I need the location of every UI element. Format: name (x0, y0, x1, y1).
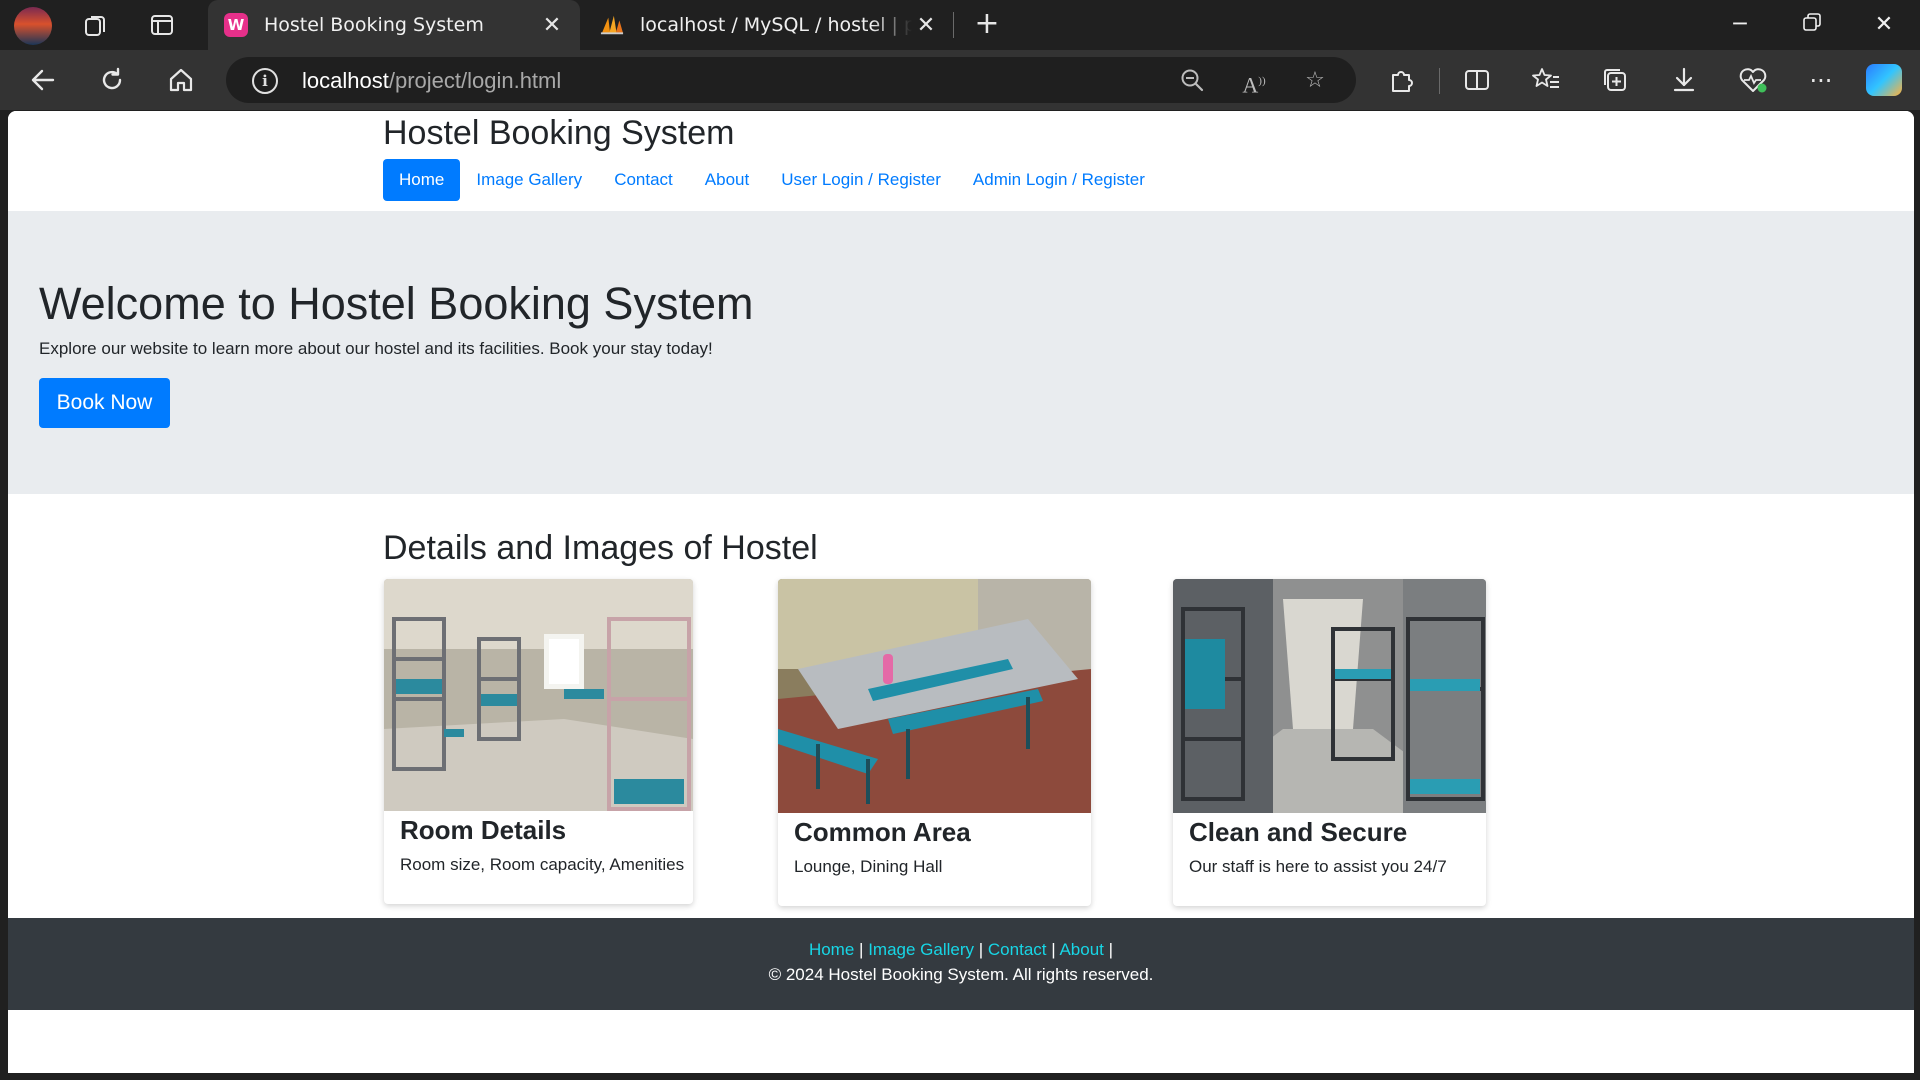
hero-heading: Welcome to Hostel Booking System (39, 278, 754, 329)
tab-divider (953, 12, 954, 38)
nav-about[interactable]: About (689, 159, 765, 201)
footer-separator: | (978, 940, 984, 959)
phpmyadmin-sail-icon (600, 13, 624, 37)
close-tab-icon[interactable]: ✕ (538, 13, 566, 38)
favorite-star-icon[interactable]: ☆ (1300, 67, 1330, 95)
footer-separator: | (1051, 940, 1056, 959)
card-text: Our staff is here to assist you 24/7 (1189, 857, 1447, 876)
downloads-icon[interactable] (1669, 66, 1699, 96)
card-title: Common Area (794, 817, 971, 847)
card-title: Room Details (400, 815, 567, 845)
site-info-icon[interactable]: i (252, 68, 278, 94)
site-footer: Home | Image Gallery | Contact | About |… (8, 918, 1914, 1010)
url-path: /project/login.html (388, 68, 562, 93)
card-clean-secure: Clean and Secure Our staff is here to as… (1173, 579, 1486, 906)
corridor-photo (1173, 579, 1486, 813)
card-text: Room size, Room capacity, Amenities (400, 855, 685, 874)
common-area-photo (778, 579, 1091, 813)
tab-title: Hostel Booking System (264, 14, 484, 36)
browser-essentials-icon[interactable] (1738, 66, 1768, 96)
workspaces-icon[interactable] (82, 11, 110, 39)
main-nav: Home Image Gallery Contact About User Lo… (383, 159, 1161, 201)
copilot-icon[interactable] (1866, 64, 1902, 96)
new-tab-plus-icon[interactable]: + (970, 8, 1004, 42)
minimize-icon[interactable]: ─ (1720, 10, 1760, 40)
room-photo (384, 579, 693, 811)
footer-separator: | (859, 940, 864, 959)
hero-jumbotron: Welcome to Hostel Booking System Explore… (8, 211, 1914, 494)
card-title: Clean and Secure (1189, 817, 1408, 847)
zoom-out-icon[interactable] (1177, 67, 1207, 95)
tab-title: localhost / MySQL / hostel | phpMyAdmin (640, 14, 912, 36)
collections-icon[interactable] (1600, 66, 1630, 96)
vertical-tabs-icon[interactable] (148, 11, 176, 39)
address-bar[interactable]: i localhost/project/login.html A)) ☆ (226, 57, 1356, 103)
page-viewport: Hostel Booking System Home Image Gallery… (8, 111, 1914, 1073)
footer-links: Home | Image Gallery | Contact | About | (8, 940, 1914, 960)
url-host: localhost (302, 68, 389, 93)
footer-link-home[interactable]: Home (809, 940, 854, 959)
browser-toolbar: i localhost/project/login.html A)) ☆ ··· (0, 50, 1920, 110)
tab-hostel-booking[interactable]: W Hostel Booking System ✕ (208, 0, 580, 50)
nav-admin-login[interactable]: Admin Login / Register (957, 159, 1161, 201)
footer-link-about[interactable]: About (1059, 940, 1103, 959)
hero-text: Explore our website to learn more about … (39, 339, 713, 358)
profile-avatar[interactable] (14, 7, 52, 45)
details-heading: Details and Images of Hostel (383, 529, 818, 567)
split-screen-icon[interactable] (1462, 66, 1492, 96)
book-now-button[interactable]: Book Now (39, 378, 170, 428)
site-favicon-icon: W (224, 13, 248, 37)
footer-copyright: © 2024 Hostel Booking System. All rights… (768, 965, 1154, 984)
site-header: Hostel Booking System Home Image Gallery… (8, 111, 1914, 211)
back-arrow-icon[interactable] (28, 66, 58, 96)
extensions-icon[interactable] (1386, 66, 1416, 96)
refresh-icon[interactable] (97, 66, 127, 96)
toolbar-divider (1439, 68, 1440, 94)
nav-home[interactable]: Home (383, 159, 461, 201)
home-icon[interactable] (166, 66, 196, 96)
footer-separator: | (1108, 940, 1114, 959)
close-tab-icon[interactable]: ✕ (912, 13, 940, 38)
browser-tab-strip: W Hostel Booking System ✕ localhost / My… (0, 0, 1920, 50)
nav-user-login[interactable]: User Login / Register (765, 159, 957, 201)
read-aloud-icon[interactable]: A)) (1239, 67, 1269, 97)
url-text[interactable]: localhost/project/login.html (302, 68, 561, 94)
card-common-area: Common Area Lounge, Dining Hall (778, 579, 1091, 906)
restore-icon[interactable] (1792, 10, 1832, 40)
settings-more-icon[interactable]: ··· (1806, 66, 1836, 96)
footer-link-contact[interactable]: Contact (988, 940, 1047, 959)
card-room-details: Room Details Room size, Room capacity, A… (384, 579, 693, 904)
nav-image-gallery[interactable]: Image Gallery (460, 159, 598, 201)
tab-phpmyadmin[interactable]: localhost / MySQL / hostel | phpMyAdmin … (584, 0, 954, 50)
nav-contact[interactable]: Contact (598, 159, 689, 201)
card-text: Lounge, Dining Hall (794, 857, 943, 876)
favorites-icon[interactable] (1531, 66, 1561, 96)
close-window-icon[interactable]: ✕ (1864, 10, 1904, 40)
footer-link-image-gallery[interactable]: Image Gallery (868, 940, 974, 959)
site-title: Hostel Booking System (383, 114, 735, 152)
